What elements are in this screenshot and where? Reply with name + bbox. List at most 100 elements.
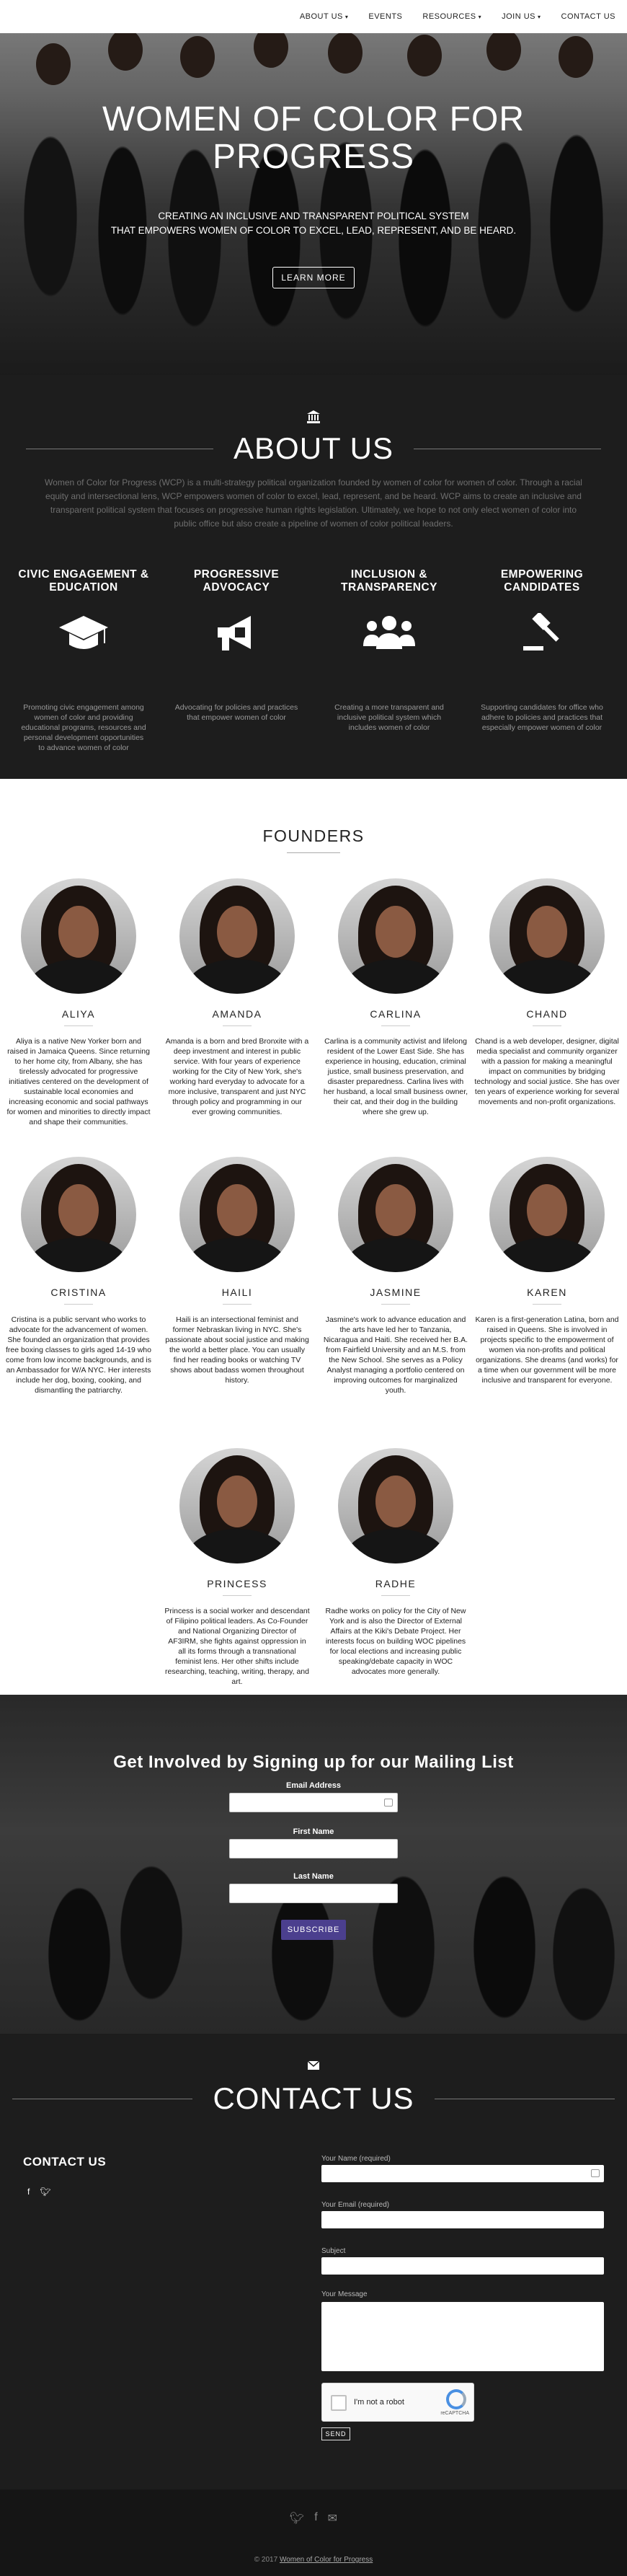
founder-name: AMANDA <box>212 1008 262 1020</box>
message-textarea[interactable] <box>321 2302 604 2371</box>
twitter-icon[interactable]: 🐦︎ <box>40 2187 50 2197</box>
founder-photo <box>179 878 295 994</box>
subject-input[interactable] <box>321 2257 604 2275</box>
last-name-label: Last Name <box>293 1872 334 1881</box>
founder-photo <box>21 878 136 994</box>
key-icon <box>591 2169 600 2177</box>
nav-item-resources[interactable]: RESOURCES ▾ <box>422 12 481 21</box>
email-label: Email Address <box>285 1781 341 1790</box>
hero-subtitle-line-2: THAT EMPOWERS WOMEN OF COLOR TO EXCEL, L… <box>110 225 517 236</box>
contact-title-row: CONTACT US <box>0 2081 627 2116</box>
name-label: Your Name (required) <box>321 2155 391 2163</box>
nav-item-label: EVENTS <box>368 12 403 21</box>
founder-name: PRINCESS <box>207 1578 267 1589</box>
message-label: Your Message <box>321 2290 368 2298</box>
mission-column: PROGRESSIVE ADVOCACY Advocating for poli… <box>160 568 313 753</box>
founder-bio: Haili is an intersectional feminist and … <box>165 1315 309 1385</box>
top-navigation: ABOUT US ▾ EVENTS RESOURCES ▾ JOIN US ▾ CONTACT… <box>0 0 627 33</box>
contact-social-links: f 🐦︎ <box>27 2187 51 2197</box>
mission-title: CIVIC ENGAGEMENT & EDUCATION <box>18 568 149 594</box>
send-button[interactable]: SEND <box>321 2427 350 2440</box>
envelope-icon <box>308 2061 319 2070</box>
mission-text: Supporting candidates for office who adh… <box>481 703 603 732</box>
mailing-overlay <box>0 1695 627 2034</box>
copyright-prefix: © 2017 <box>254 2556 278 2564</box>
nav-item-contact-us[interactable]: CONTACT US <box>561 12 616 21</box>
founder-photo <box>338 1448 453 1563</box>
founder-name: CARLINA <box>370 1008 422 1020</box>
nav-item-join-us[interactable]: JOIN US ▾ <box>502 12 541 21</box>
mission-text: Promoting civic engagement among women o… <box>21 703 146 752</box>
nav-item-events[interactable]: EVENTS <box>368 12 402 21</box>
email-label: Your Email (required) <box>321 2201 390 2209</box>
founder-photo <box>489 878 605 994</box>
founder-card: CARLINA Carlina is a community activist a… <box>320 878 471 1117</box>
mission-title: EMPOWERING CANDIDATES <box>500 568 584 594</box>
founder-bio: Chand is a web developer, designer, digi… <box>474 1037 620 1106</box>
recaptcha-widget: I'm not a robot reCAPTCHA <box>321 2383 474 2422</box>
subscribe-button[interactable]: SUBSCRIBE <box>281 1920 346 1940</box>
founder-photo <box>338 878 453 994</box>
chevron-down-icon: ▾ <box>344 14 349 20</box>
founder-card: CRISTINA Cristina is a public servant who… <box>3 1157 154 1395</box>
founder-photo <box>179 1448 295 1563</box>
founder-name: CHAND <box>526 1008 568 1020</box>
founders-section: FOUNDERS ALIYA Aliya is a native New York… <box>0 779 627 1695</box>
founder-photo <box>21 1157 136 1272</box>
divider <box>533 1304 561 1305</box>
founder-bio: Cristina is a public servant who works t… <box>6 1315 151 1395</box>
divider <box>381 1595 410 1596</box>
founder-bio: Carlina is a community activist and life… <box>323 1037 468 1116</box>
hero-subtitle: CREATING AN INCLUSIVE AND TRANSPARENT PO… <box>0 209 627 238</box>
divider <box>533 1025 561 1026</box>
founder-bio: Jasmine's work to advance education and … <box>323 1315 468 1395</box>
divider <box>381 1304 410 1305</box>
founder-name: RADHE <box>375 1578 417 1589</box>
nav-item-about-us[interactable]: ABOUT US ▾ <box>300 12 349 21</box>
learn-more-button[interactable]: LEARN MORE <box>272 267 355 288</box>
contact-section: CONTACT US CONTACT US f 🐦︎ Your Name (re… <box>0 2034 627 2489</box>
mailing-email-input[interactable] <box>229 1793 398 1812</box>
bank-icon <box>307 410 320 423</box>
mission-column: CIVIC ENGAGEMENT & EDUCATION Promoting c… <box>7 568 160 753</box>
founder-card: KAREN Karen is a first-generation Latina,… <box>471 1157 623 1385</box>
first-name-label: First Name <box>293 1827 334 1836</box>
founders-underline <box>287 852 340 853</box>
hero-subtitle-line-1: CREATING AN INCLUSIVE AND TRANSPARENT PO… <box>158 211 469 221</box>
founder-name: CRISTINA <box>50 1287 107 1298</box>
divider <box>223 1025 252 1026</box>
mission-text: Advocating for policies and practices th… <box>174 703 298 722</box>
divider <box>381 1025 410 1026</box>
copyright-link[interactable]: Women of Color for Progress <box>280 2556 373 2564</box>
nav-item-label: JOIN US <box>502 12 535 21</box>
mailing-title: Get Involved by Signing up for our Maili… <box>113 1752 514 1772</box>
facebook-icon[interactable]: f <box>314 2511 317 2526</box>
founder-card: HAILI Haili is an intersectional feminist… <box>161 1157 313 1385</box>
about-section: ABOUT US Women of Color for Progress (WC… <box>0 375 627 779</box>
founder-card: RADHE Radhe works on policy for the City … <box>320 1448 471 1677</box>
twitter-icon[interactable]: 🐦︎ <box>290 2511 304 2526</box>
first-name-input[interactable] <box>229 1839 398 1858</box>
recaptcha-label: I'm not a robot <box>354 2398 404 2407</box>
last-name-input[interactable] <box>229 1884 398 1903</box>
mission-column: INCLUSION & TRANSPARENCY Creating a more… <box>313 568 466 753</box>
mission-title: PROGRESSIVE ADVOCACY <box>193 568 280 594</box>
nav-menu: ABOUT US ▾ EVENTS RESOURCES ▾ JOIN US ▾ CONTACT… <box>0 0 627 33</box>
about-title-row: ABOUT US <box>0 431 627 466</box>
email-input[interactable] <box>321 2211 604 2228</box>
founder-photo <box>179 1157 295 1272</box>
name-input[interactable] <box>321 2165 604 2182</box>
contact-side-title: CONTACT US <box>23 2155 107 2169</box>
contact-title: CONTACT US <box>213 2081 414 2115</box>
copyright: © 2017 Women of Color for Progress <box>0 2556 627 2564</box>
about-intro: Women of Color for Progress (WCP) is a m… <box>45 477 582 529</box>
founder-card: PRINCESS Princess is a social worker and … <box>161 1448 313 1687</box>
graduation-cap-icon <box>59 616 108 649</box>
gavel-icon <box>523 613 559 650</box>
envelope-icon[interactable]: ✉︎ <box>328 2511 337 2526</box>
recaptcha-checkbox[interactable] <box>331 2395 347 2411</box>
nav-item-label: RESOURCES <box>422 12 476 21</box>
facebook-icon[interactable]: f <box>27 2187 30 2197</box>
chevron-down-icon: ▾ <box>478 14 482 20</box>
hero-title: WOMEN OF COLOR FOR PROGRESS <box>102 100 525 176</box>
